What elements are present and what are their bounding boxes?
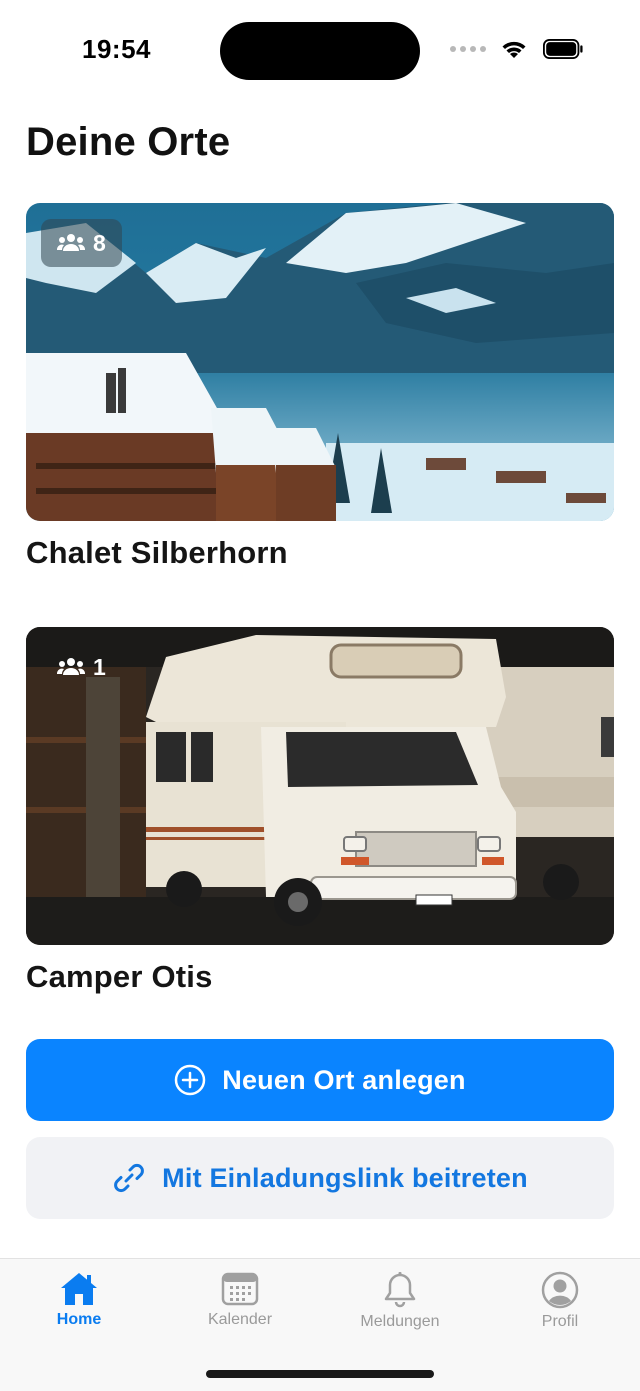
tab-label: Kalender — [207, 1311, 273, 1328]
tab-profil[interactable]: Profil — [500, 1271, 620, 1331]
status-time: 19:54 — [82, 34, 151, 64]
person-circle-icon — [541, 1271, 579, 1309]
place-card-chalet[interactable]: 8 Chalet Silberhorn — [26, 203, 614, 571]
member-count: 1 — [93, 653, 106, 680]
new-place-label: Neuen Ort anlegen — [222, 1064, 466, 1095]
tab-meldungen[interactable]: Meldungen — [340, 1271, 460, 1331]
join-link-label: Mit Einladungslink beitreten — [162, 1162, 528, 1193]
cellular-signal-icon — [450, 46, 486, 52]
tab-kalender[interactable]: Kalender — [180, 1271, 300, 1329]
home-indicator — [206, 1370, 434, 1378]
tab-label: Meldungen — [360, 1313, 440, 1330]
tab-label: Home — [56, 1311, 102, 1328]
plus-circle-icon — [175, 1064, 206, 1096]
house-icon — [61, 1273, 97, 1305]
new-place-button[interactable]: Neuen Ort anlegen — [26, 1039, 614, 1121]
people-icon — [57, 234, 85, 251]
place-card-camper[interactable]: 1 Camper Otis — [26, 627, 614, 995]
tab-home[interactable]: Home — [19, 1271, 139, 1329]
battery-icon — [543, 39, 583, 59]
member-count-badge: 1 — [41, 643, 122, 691]
place-image-chalet[interactable]: 8 — [26, 203, 614, 521]
status-indicators — [450, 38, 584, 60]
bell-icon — [384, 1272, 416, 1308]
people-icon — [57, 658, 85, 675]
member-count: 8 — [93, 229, 106, 256]
dynamic-island — [220, 22, 420, 80]
calendar-icon — [221, 1272, 259, 1306]
place-image-camper[interactable]: 1 — [26, 627, 614, 945]
status-bar: 19:54 — [0, 0, 640, 100]
wifi-icon — [502, 41, 526, 58]
place-name[interactable]: Chalet Silberhorn — [26, 535, 614, 571]
join-link-button[interactable]: Mit Einladungslink beitreten — [26, 1137, 614, 1219]
tab-label: Profil — [541, 1313, 579, 1330]
member-count-badge: 8 — [41, 219, 122, 267]
page-title: Deine Orte — [26, 120, 231, 164]
link-icon — [114, 1163, 145, 1193]
place-name[interactable]: Camper Otis — [26, 959, 614, 995]
